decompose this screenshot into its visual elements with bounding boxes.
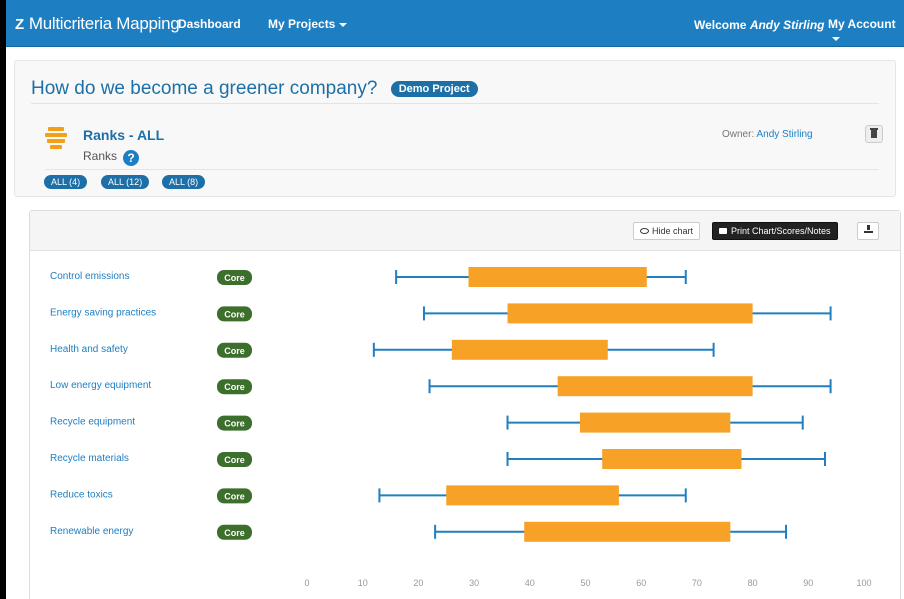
ranks-title[interactable]: Ranks - ALL — [83, 127, 164, 143]
nav-my-account[interactable]: My Account — [828, 17, 904, 45]
owner-label: Owner: — [722, 129, 755, 140]
range-bar — [446, 485, 619, 506]
brand-logo-icon: Z — [15, 15, 24, 33]
ranks-icon — [45, 127, 67, 149]
x-tick-label: 50 — [580, 578, 590, 588]
core-badge-label: Core — [224, 309, 245, 319]
x-tick-label: 20 — [413, 578, 423, 588]
page-title: How do we become a greener company? Demo… — [31, 78, 478, 100]
owner-info: Owner: Andy Stirling — [722, 129, 813, 140]
welcome-user: Andy Stirling — [749, 18, 825, 32]
x-tick-label: 0 — [304, 578, 309, 588]
x-tick-label: 10 — [358, 578, 368, 588]
help-icon[interactable]: ? — [123, 150, 140, 166]
nav-dashboard[interactable]: Dashboard — [178, 17, 241, 31]
range-bar — [507, 303, 753, 324]
nav-my-projects[interactable]: My Projects — [268, 17, 348, 31]
criterion-label[interactable]: Recycle materials — [50, 453, 129, 464]
chevron-down-icon — [832, 36, 840, 41]
criterion-label[interactable]: Recycle equipment — [50, 417, 135, 428]
core-badge-label: Core — [224, 419, 245, 429]
core-badge-label: Core — [224, 346, 245, 356]
range-bar — [451, 339, 608, 360]
criterion-label[interactable]: Renewable energy — [50, 526, 133, 537]
criterion-label[interactable]: Control emissions — [50, 271, 129, 282]
criterion-label[interactable]: Low energy equipment — [50, 380, 151, 391]
nav-my-projects-label: My Projects — [268, 17, 336, 31]
page-title-text: How do we become a greener company? — [31, 78, 378, 99]
top-navbar: Z Multicriteria Mapping Dashboard My Pro… — [6, 0, 904, 47]
x-tick-label: 40 — [525, 578, 535, 588]
range-bar — [468, 267, 647, 287]
core-badge-label: Core — [224, 491, 245, 501]
ranks-subtitle: Ranks? — [83, 149, 140, 166]
x-tick-label: 100 — [856, 578, 871, 588]
criterion-label[interactable]: Reduce toxics — [50, 489, 113, 500]
range-bar — [579, 412, 731, 433]
welcome-prefix: Welcome — [694, 18, 747, 32]
x-tick-label: 60 — [636, 578, 646, 588]
chevron-down-icon — [339, 22, 348, 27]
x-tick-label: 30 — [469, 578, 479, 588]
nav-my-account-label: My Account — [828, 17, 896, 31]
tag-pill-1[interactable]: ALL (4) — [44, 175, 88, 189]
divider — [45, 169, 879, 170]
divider — [31, 103, 879, 104]
criterion-label[interactable]: Health and safety — [50, 344, 128, 355]
range-bar — [602, 449, 742, 469]
demo-project-badge: Demo Project — [390, 81, 478, 97]
ranks-subtitle-text: Ranks — [83, 149, 118, 163]
chart-panel: Hide chart Print Chart/Scores/Notes Cont… — [29, 210, 901, 599]
app-frame: Z Multicriteria Mapping Dashboard My Pro… — [6, 0, 904, 599]
x-tick-label: 90 — [803, 578, 813, 588]
criterion-label[interactable]: Energy saving practices — [50, 307, 156, 318]
brand-label: Multicriteria Mapping — [28, 14, 180, 33]
delete-button[interactable] — [865, 125, 883, 143]
core-badge-label: Core — [224, 382, 245, 392]
core-badge-label: Core — [224, 273, 245, 283]
core-badge-label: Core — [224, 528, 245, 538]
ranks-chart: Control emissions Core Energy saving pract… — [50, 267, 872, 588]
range-bar — [557, 376, 753, 397]
core-badge-label: Core — [224, 455, 245, 465]
brand-link[interactable]: Z Multicriteria Mapping — [15, 14, 180, 34]
x-tick-label: 70 — [692, 578, 702, 588]
x-tick-label: 80 — [748, 578, 758, 588]
owner-link[interactable]: Andy Stirling — [756, 129, 812, 140]
tag-pill-2[interactable]: ALL (12) — [101, 175, 150, 189]
range-bar — [524, 521, 731, 542]
welcome-text: Welcome Andy Stirling — [694, 18, 824, 32]
tag-pill-3[interactable]: ALL (8) — [162, 175, 206, 189]
